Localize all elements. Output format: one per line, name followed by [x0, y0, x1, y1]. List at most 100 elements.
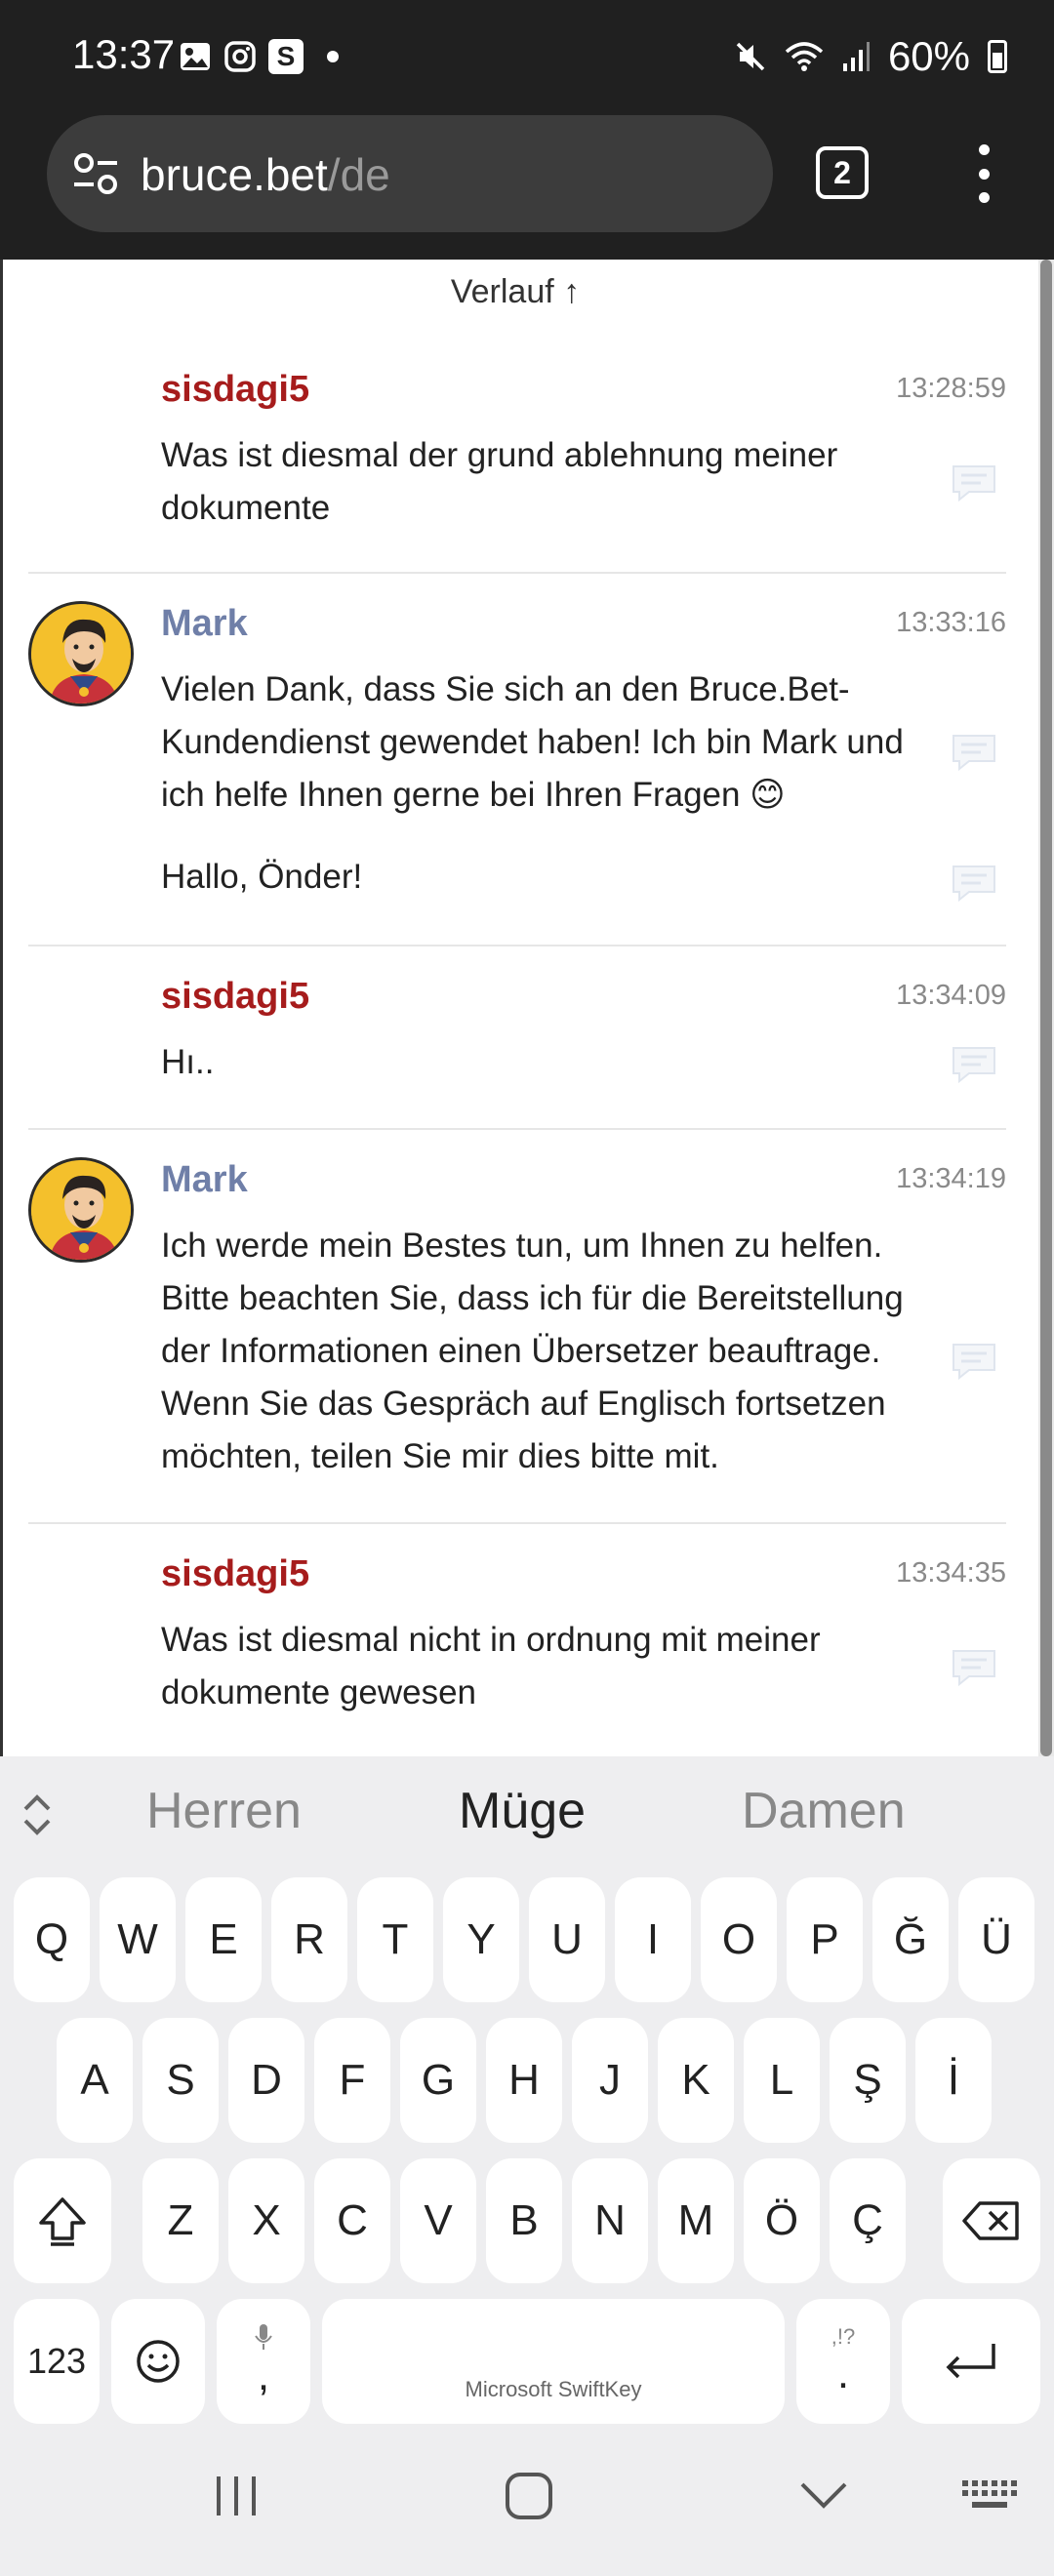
comma-mic-key[interactable]: ,	[217, 2299, 310, 2424]
message-author: Mark	[161, 603, 248, 644]
backspace-key[interactable]	[943, 2158, 1040, 2283]
suggestion-right[interactable]: Damen	[742, 1782, 906, 1840]
tab-switcher-button[interactable]: 2	[816, 146, 869, 199]
recent-apps-icon[interactable]	[209, 2469, 264, 2523]
chat-message: sisdagi5 13:34:09 Hı..	[28, 946, 1006, 1130]
message-bubble-icon	[953, 865, 995, 902]
wifi-icon	[785, 42, 824, 71]
url-path: /de	[327, 149, 390, 200]
key-s-cedilla[interactable]: Ş	[830, 2018, 906, 2143]
mute-icon	[736, 42, 765, 71]
system-icons: 60%	[734, 33, 1007, 80]
navigation-bar	[0, 2426, 1054, 2576]
key-o[interactable]: O	[701, 1877, 777, 2002]
clock: 13:37	[72, 31, 176, 77]
emoji-key[interactable]	[111, 2299, 205, 2424]
space-key[interactable]: Microsoft SwiftKey	[322, 2299, 785, 2424]
key-v[interactable]: V	[400, 2158, 476, 2283]
key-q[interactable]: Q	[14, 1877, 90, 2002]
numbers-key[interactable]: 123	[14, 2299, 100, 2424]
home-icon[interactable]	[502, 2469, 556, 2523]
url-host: bruce.bet	[141, 149, 328, 200]
suggestion-left[interactable]: Herren	[146, 1782, 302, 1840]
message-bubble-icon	[953, 1047, 995, 1083]
key-g[interactable]: G	[400, 2018, 476, 2143]
key-y[interactable]: Y	[443, 1877, 519, 2002]
gallery-icon	[179, 40, 212, 73]
message-bubble-icon	[953, 735, 995, 771]
message-author: sisdagi5	[161, 976, 310, 1017]
enter-icon	[946, 2344, 995, 2379]
shift-icon	[39, 2197, 86, 2246]
key-h[interactable]: H	[486, 2018, 562, 2143]
key-g-breve[interactable]: Ğ	[872, 1877, 949, 2002]
mic-icon	[255, 2324, 272, 2350]
key-x[interactable]: X	[228, 2158, 304, 2283]
key-a[interactable]: A	[57, 2018, 133, 2143]
shift-key[interactable]	[14, 2158, 111, 2283]
chat-page[interactable]: Verlauf ↑ sisdagi5 13:28:59 Was ist dies…	[0, 260, 1054, 1756]
scrollbar-thumb[interactable]	[1040, 260, 1052, 1756]
key-t[interactable]: T	[357, 1877, 433, 2002]
chat-message: Mark 13:34:19 Ich werde mein Bestes tun,…	[28, 1130, 1006, 1524]
key-e[interactable]: E	[185, 1877, 262, 2002]
key-i-dot[interactable]: İ	[915, 2018, 992, 2143]
app-s-icon: S	[268, 39, 304, 74]
message-text: Hı..	[161, 1043, 215, 1081]
key-i[interactable]: I	[615, 1877, 691, 2002]
key-f[interactable]: F	[314, 2018, 390, 2143]
more-notifications-dot	[327, 51, 339, 62]
agent-avatar	[28, 1157, 134, 1263]
key-j[interactable]: J	[572, 2018, 648, 2143]
key-s[interactable]: S	[142, 2018, 219, 2143]
signal-icon	[842, 42, 870, 71]
hide-keyboard-icon[interactable]	[796, 2476, 851, 2516]
comma-label: ,	[257, 2352, 270, 2399]
message-bubble-icon	[953, 1344, 995, 1380]
keyboard-switch-icon[interactable]	[960, 2476, 1019, 2516]
period-key[interactable]: ,!? .	[796, 2299, 890, 2424]
key-o-umlaut[interactable]: Ö	[744, 2158, 820, 2283]
message-author: sisdagi5	[161, 369, 310, 410]
browser-toolbar: bruce.bet/de 2	[0, 115, 1054, 260]
key-z[interactable]: Z	[142, 2158, 219, 2283]
site-settings-icon[interactable]	[72, 152, 119, 195]
message-text: Was ist diesmal der grund ablehnung mein…	[161, 436, 838, 527]
key-u[interactable]: U	[529, 1877, 605, 2002]
browser-menu-button[interactable]	[971, 144, 996, 203]
backspace-icon	[962, 2201, 1019, 2240]
history-link[interactable]: Verlauf ↑	[3, 273, 1028, 311]
key-l[interactable]: L	[744, 2018, 820, 2143]
key-w[interactable]: W	[100, 1877, 176, 2002]
key-n[interactable]: N	[572, 2158, 648, 2283]
battery-percent: 60%	[887, 33, 970, 79]
page-scrollbar[interactable]	[1038, 260, 1054, 1756]
address-bar[interactable]: bruce.bet/de	[47, 115, 773, 232]
suggestion-center[interactable]: Müge	[459, 1782, 586, 1840]
key-p[interactable]: P	[787, 1877, 863, 2002]
key-c-cedilla[interactable]: Ç	[830, 2158, 906, 2283]
status-bar: 13:37 S 60%	[0, 0, 1054, 115]
notification-icons: S	[179, 39, 339, 74]
message-text: Hallo, Önder!	[161, 858, 363, 896]
key-c[interactable]: C	[314, 2158, 390, 2283]
message-time: 13:34:09	[896, 980, 1006, 1011]
expand-toolbar-icon[interactable]	[18, 1791, 57, 1838]
message-time: 13:28:59	[896, 373, 1006, 404]
key-m[interactable]: M	[658, 2158, 734, 2283]
instagram-icon	[223, 40, 257, 73]
key-k[interactable]: K	[658, 2018, 734, 2143]
message-time: 13:33:16	[896, 607, 1006, 638]
enter-key[interactable]	[902, 2299, 1040, 2424]
suggestion-bar: Herren Müge Damen	[0, 1756, 1054, 1866]
battery-icon	[988, 40, 1007, 73]
key-u-umlaut[interactable]: Ü	[958, 1877, 1034, 2002]
chat-message: sisdagi5 13:28:59 Was ist diesmal der gr…	[28, 340, 1006, 574]
key-d[interactable]: D	[228, 2018, 304, 2143]
url-text[interactable]: bruce.bet/de	[141, 148, 390, 201]
key-b[interactable]: B	[486, 2158, 562, 2283]
message-text: Ich werde mein Bestes tun, um Ihnen zu h…	[161, 1227, 904, 1475]
message-text: Vielen Dank, dass Sie sich an den Bruce.…	[161, 670, 904, 814]
message-bubble-icon	[953, 1650, 995, 1686]
key-r[interactable]: R	[271, 1877, 347, 2002]
